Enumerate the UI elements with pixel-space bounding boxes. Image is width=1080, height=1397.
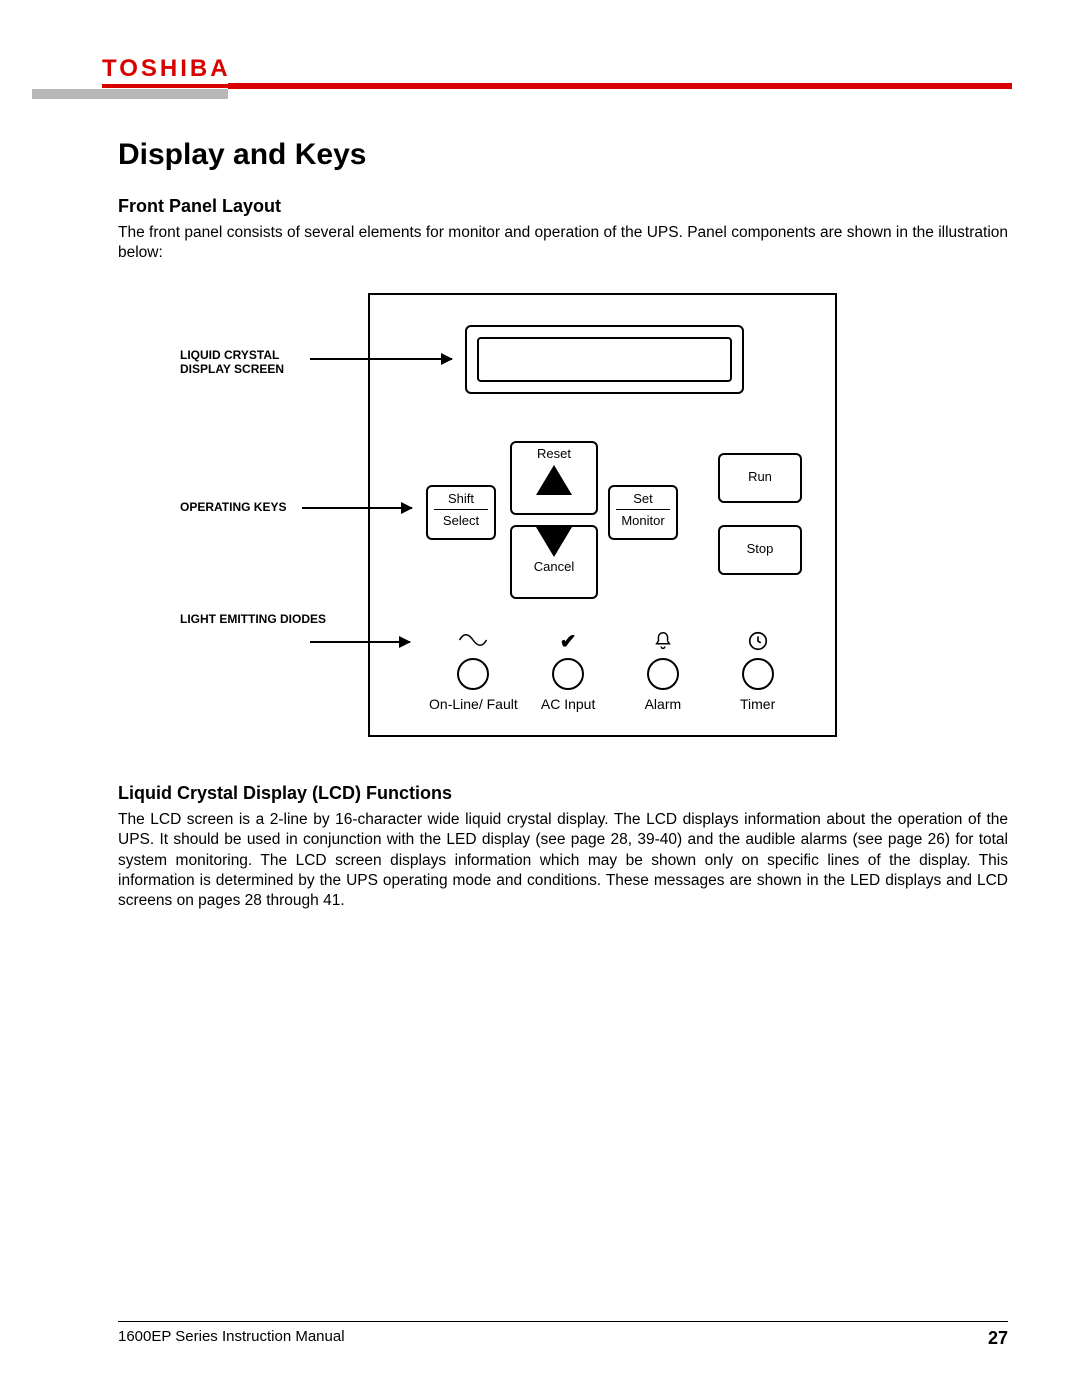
section-paragraph-front-panel: The front panel consists of several elem… bbox=[118, 223, 1008, 263]
led-label: Timer bbox=[710, 696, 805, 712]
reset-key[interactable]: Reset bbox=[510, 441, 598, 515]
callout-lcd: LIQUID CRYSTAL DISPLAY SCREEN bbox=[180, 349, 310, 377]
panel-outline: Reset Cancel Shift Select Set Monitor bbox=[368, 293, 837, 737]
run-key-label: Run bbox=[748, 469, 772, 484]
section-heading-front-panel: Front Panel Layout bbox=[118, 196, 1008, 217]
lcd-screen-inner bbox=[477, 337, 732, 382]
led-label: On-Line/ Fault bbox=[426, 696, 521, 712]
run-key[interactable]: Run bbox=[718, 453, 802, 503]
page-content: Display and Keys Front Panel Layout The … bbox=[118, 138, 1008, 921]
led-circle bbox=[552, 658, 584, 690]
sine-icon bbox=[426, 630, 521, 654]
led-circle bbox=[742, 658, 774, 690]
page-footer: 1600EP Series Instruction Manual 27 bbox=[118, 1321, 1008, 1349]
section-heading-lcd-functions: Liquid Crystal Display (LCD) Functions bbox=[118, 783, 1008, 804]
clock-icon bbox=[710, 630, 805, 654]
decor-gray-bar bbox=[32, 89, 228, 99]
shift-key-label-top: Shift bbox=[428, 491, 494, 506]
cancel-key[interactable]: Cancel bbox=[510, 525, 598, 599]
stop-key-label: Stop bbox=[747, 541, 774, 556]
cancel-key-label: Cancel bbox=[512, 559, 596, 574]
stop-key[interactable]: Stop bbox=[718, 525, 802, 575]
set-monitor-key[interactable]: Set Monitor bbox=[608, 485, 678, 540]
led-ac-input: ✔ AC Input bbox=[521, 630, 616, 712]
shift-key-label-bot: Select bbox=[428, 513, 494, 528]
decor-red-bar bbox=[228, 83, 1012, 89]
callout-leds: LIGHT EMITTING DIODES bbox=[180, 613, 330, 627]
led-timer: Timer bbox=[710, 630, 805, 712]
arrow-up-icon bbox=[536, 465, 572, 495]
led-circle bbox=[647, 658, 679, 690]
set-key-label-bot: Monitor bbox=[610, 513, 676, 528]
led-online-fault: On-Line/ Fault bbox=[426, 630, 521, 712]
bell-icon bbox=[616, 630, 711, 654]
led-circle bbox=[457, 658, 489, 690]
footer-doc-title: 1600EP Series Instruction Manual bbox=[118, 1328, 345, 1345]
arrow-down-icon bbox=[536, 527, 572, 557]
reset-key-label: Reset bbox=[512, 446, 596, 461]
led-alarm: Alarm bbox=[616, 630, 711, 712]
shift-select-key[interactable]: Shift Select bbox=[426, 485, 496, 540]
decor-red-bar-lead bbox=[102, 84, 228, 88]
led-label: Alarm bbox=[616, 696, 711, 712]
section-paragraph-lcd-functions: The LCD screen is a 2-line by 16-charact… bbox=[118, 810, 1008, 911]
led-row: On-Line/ Fault ✔ AC Input Alarm bbox=[426, 630, 805, 712]
set-key-label-top: Set bbox=[610, 491, 676, 506]
footer-page-number: 27 bbox=[988, 1328, 1008, 1349]
page-title: Display and Keys bbox=[118, 138, 1008, 172]
lcd-screen bbox=[465, 325, 744, 394]
check-icon: ✔ bbox=[521, 630, 616, 654]
brand-logo: TOSHIBA bbox=[102, 55, 231, 83]
front-panel-diagram: LIQUID CRYSTAL DISPLAY SCREEN OPERATING … bbox=[118, 293, 1008, 743]
led-label: AC Input bbox=[521, 696, 616, 712]
